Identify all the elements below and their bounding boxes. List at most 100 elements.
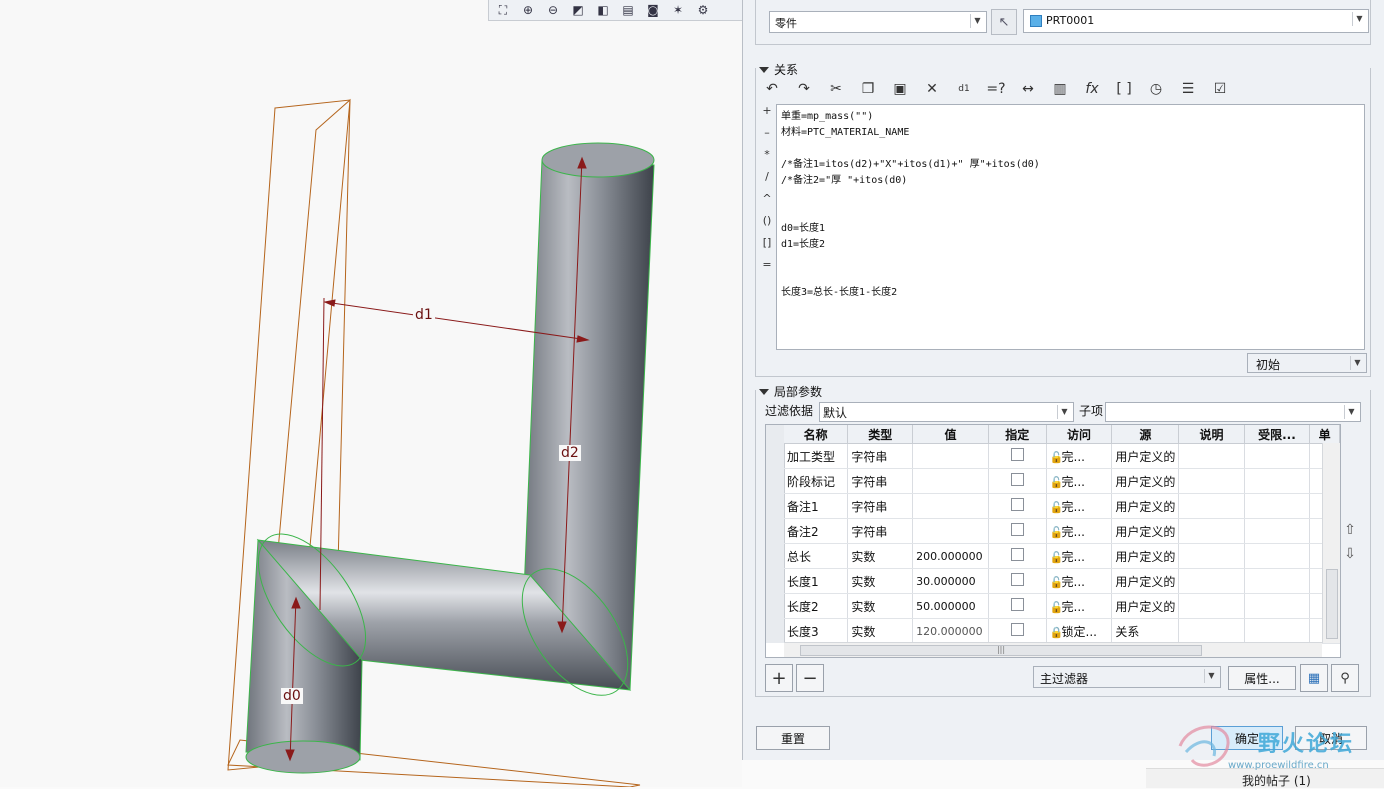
designate-checkbox[interactable] xyxy=(1010,473,1024,486)
param-restricted[interactable] xyxy=(1244,493,1311,519)
table-row[interactable]: 备注2 字符串 🔓完... 用户定义的 xyxy=(784,518,1340,544)
relations-editor[interactable]: 单重=mp_mass("") 材料=PTC_MATERIAL_NAME /*备注… xyxy=(776,104,1365,350)
operator-equals[interactable]: = xyxy=(760,258,774,280)
param-description[interactable] xyxy=(1178,518,1245,544)
table-row[interactable]: 备注1 字符串 🔓完... 用户定义的 xyxy=(784,493,1340,519)
add-parameter-button[interactable]: + xyxy=(765,664,793,692)
dimension-d1[interactable]: d1 xyxy=(413,307,435,323)
select-pointer-button[interactable]: ↖ xyxy=(991,9,1017,35)
param-access[interactable]: 完... xyxy=(1062,575,1085,589)
param-name[interactable]: 备注2 xyxy=(784,518,849,544)
settings-icon[interactable]: ⚙ xyxy=(691,0,715,20)
operator-plus[interactable]: + xyxy=(760,104,774,126)
operator-power[interactable]: ^ xyxy=(760,192,774,214)
redo-icon[interactable]: ↷ xyxy=(791,78,817,100)
param-value[interactable] xyxy=(912,493,990,519)
table-vertical-scrollbar[interactable] xyxy=(1322,443,1340,643)
col-access[interactable]: 访问 xyxy=(1046,425,1113,444)
operator-multiply[interactable]: * xyxy=(760,148,774,170)
param-name[interactable]: 总长 xyxy=(784,543,849,569)
type-select[interactable]: 零件 ▼ xyxy=(769,11,987,33)
col-name[interactable]: 名称 xyxy=(784,425,849,444)
param-restricted[interactable] xyxy=(1244,468,1311,494)
dimension-d2[interactable]: d2 xyxy=(559,445,581,461)
move-down-icon[interactable]: ⇩ xyxy=(1341,546,1359,570)
designate-checkbox[interactable] xyxy=(1010,448,1024,461)
param-description[interactable] xyxy=(1178,468,1245,494)
param-type[interactable]: 实数 xyxy=(847,543,914,569)
param-access[interactable]: 完... xyxy=(1062,475,1085,489)
designate-checkbox[interactable] xyxy=(1010,498,1024,511)
saved-views-icon[interactable]: ▤ xyxy=(616,0,640,20)
param-access[interactable]: 完... xyxy=(1062,500,1085,514)
properties-button[interactable]: 属性... xyxy=(1228,666,1296,690)
param-value[interactable]: 50.000000 xyxy=(912,593,990,619)
param-type[interactable]: 字符串 xyxy=(847,518,914,544)
param-value[interactable]: 200.000000 xyxy=(912,543,990,569)
scroll-thumb[interactable] xyxy=(1326,569,1338,639)
find-button[interactable]: ⚲ xyxy=(1331,664,1359,692)
operator-minus[interactable]: – xyxy=(760,126,774,148)
param-restricted[interactable] xyxy=(1244,593,1311,619)
view-orientation-icon[interactable]: ◧ xyxy=(591,0,615,20)
param-name[interactable]: 阶段标记 xyxy=(784,468,849,494)
table-columns-button[interactable]: ▦ xyxy=(1300,664,1328,692)
param-description[interactable] xyxy=(1178,443,1245,469)
table-horizontal-scrollbar[interactable]: ||| xyxy=(784,642,1322,657)
evaluate-icon[interactable]: =? xyxy=(983,78,1009,100)
param-access[interactable]: 完... xyxy=(1062,550,1085,564)
col-value[interactable]: 值 xyxy=(912,425,990,444)
zoom-out-icon[interactable]: ⊖ xyxy=(541,0,565,20)
param-value[interactable] xyxy=(912,518,990,544)
table-row[interactable]: 加工类型 字符串 🔓完... 用户定义的 xyxy=(784,443,1340,469)
graphics-window[interactable]: d1 d2 d0 ⛶ ⊕ ⊖ ◩ ◧ ▤ ◙ ✶ ⚙ xyxy=(0,0,742,787)
function-icon[interactable]: fx xyxy=(1079,78,1105,100)
table-row[interactable]: 长度2 实数 50.000000 🔓完... 用户定义的 xyxy=(784,593,1340,619)
main-filter-select[interactable]: 主过滤器 ▼ xyxy=(1033,666,1221,688)
param-type[interactable]: 字符串 xyxy=(847,443,914,469)
col-type[interactable]: 类型 xyxy=(847,425,914,444)
param-restricted[interactable] xyxy=(1244,618,1311,644)
copy-icon[interactable]: ❐ xyxy=(855,78,881,100)
param-type[interactable]: 实数 xyxy=(847,593,914,619)
undo-icon[interactable]: ↶ xyxy=(759,78,785,100)
cut-icon[interactable]: ✂ xyxy=(823,78,849,100)
param-type[interactable]: 字符串 xyxy=(847,468,914,494)
param-access[interactable]: 完... xyxy=(1062,450,1085,464)
switch-dims-icon[interactable]: d1 xyxy=(951,78,977,100)
param-description[interactable] xyxy=(1178,543,1245,569)
param-description[interactable] xyxy=(1178,593,1245,619)
param-name[interactable]: 长度3 xyxy=(784,618,849,644)
col-designate[interactable]: 指定 xyxy=(988,425,1047,444)
param-description[interactable] xyxy=(1178,493,1245,519)
table-row[interactable]: 总长 实数 200.000000 🔓完... 用户定义的 xyxy=(784,543,1340,569)
col-source[interactable]: 源 xyxy=(1111,425,1180,444)
param-name[interactable]: 长度1 xyxy=(784,568,849,594)
paste-icon[interactable]: ▣ xyxy=(887,78,913,100)
param-restricted[interactable] xyxy=(1244,568,1311,594)
designate-checkbox[interactable] xyxy=(1010,548,1024,561)
table-row[interactable]: 长度1 实数 30.000000 🔓完... 用户定义的 xyxy=(784,568,1340,594)
param-value[interactable]: 30.000000 xyxy=(912,568,990,594)
scroll-thumb[interactable]: ||| xyxy=(800,645,1202,656)
parameters-icon[interactable]: ▥ xyxy=(1047,78,1073,100)
part-model[interactable] xyxy=(0,0,742,787)
verify-icon[interactable]: ◷ xyxy=(1143,78,1169,100)
designate-checkbox[interactable] xyxy=(1010,523,1024,536)
param-access[interactable]: 完... xyxy=(1062,525,1085,539)
param-restricted[interactable] xyxy=(1244,518,1311,544)
designate-checkbox[interactable] xyxy=(1010,573,1024,586)
reset-button[interactable]: 重置 xyxy=(756,726,830,750)
sort-icon[interactable]: ☰ xyxy=(1175,78,1201,100)
operator-brackets[interactable]: [] xyxy=(760,236,774,258)
col-description[interactable]: 说明 xyxy=(1178,425,1245,444)
brackets-icon[interactable]: [ ] xyxy=(1111,78,1137,100)
designate-checkbox[interactable] xyxy=(1010,598,1024,611)
param-name[interactable]: 长度2 xyxy=(784,593,849,619)
param-restricted[interactable] xyxy=(1244,543,1311,569)
col-unit[interactable]: 单 xyxy=(1309,425,1340,444)
table-row[interactable]: 阶段标记 字符串 🔓完... 用户定义的 xyxy=(784,468,1340,494)
param-type[interactable]: 字符串 xyxy=(847,493,914,519)
param-access[interactable]: 锁定... xyxy=(1062,625,1097,639)
param-type[interactable]: 实数 xyxy=(847,618,914,644)
